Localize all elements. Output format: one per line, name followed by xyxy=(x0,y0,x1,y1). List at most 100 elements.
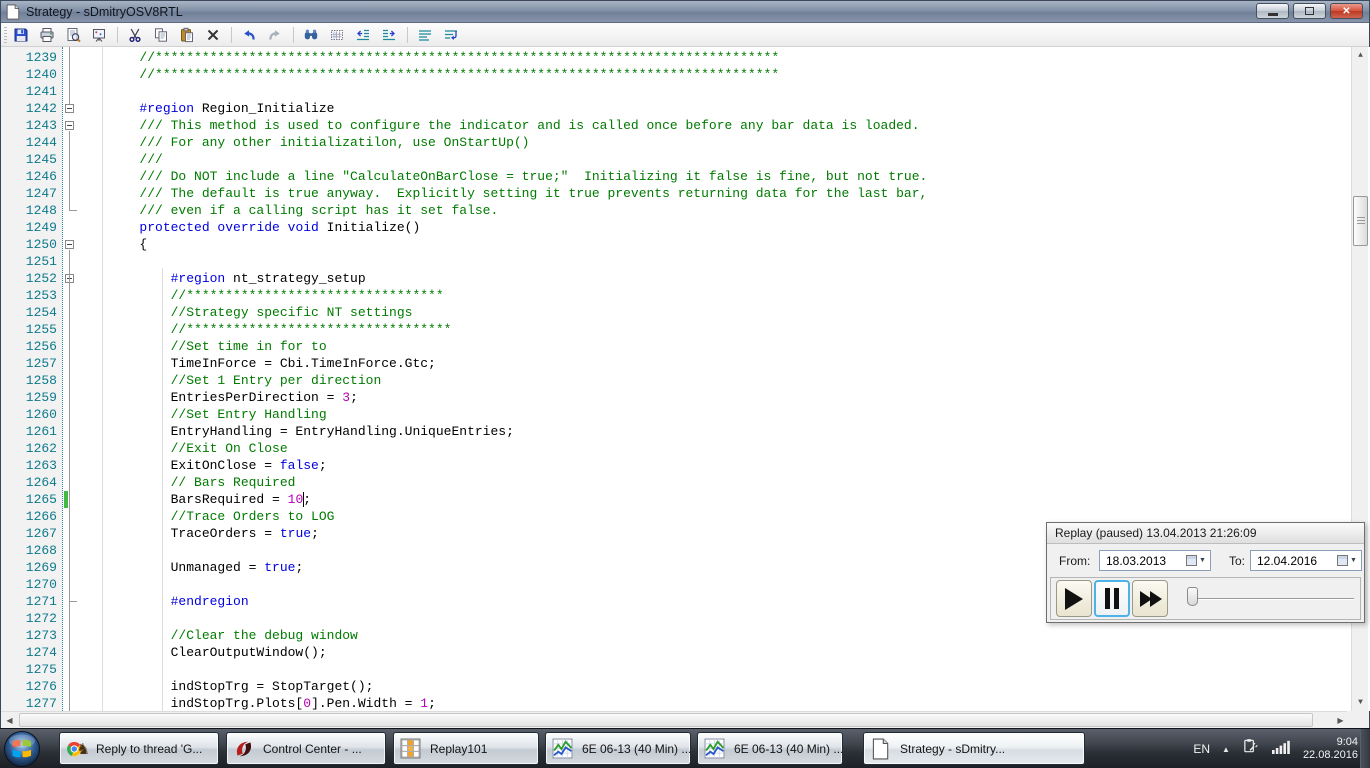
scroll-down-arrow[interactable]: ▼ xyxy=(1352,694,1369,711)
line-number: 1265 xyxy=(25,492,57,507)
copy-icon[interactable] xyxy=(151,25,171,45)
code-text: EntriesPerDirection = 3; xyxy=(77,390,358,405)
vertical-scroll-thumb[interactable] xyxy=(1353,196,1368,246)
horizontal-scrollbar[interactable]: ◀ ▶ xyxy=(1,711,1349,728)
code-line-1249[interactable]: 1249 protected override void Initialize(… xyxy=(1,219,1370,236)
speed-slider-thumb[interactable] xyxy=(1187,587,1198,606)
line-number: 1243 xyxy=(25,118,57,133)
redo-icon[interactable] xyxy=(265,25,285,45)
find-icon[interactable] xyxy=(301,25,321,45)
toolbar-grip[interactable] xyxy=(4,27,7,43)
minimize-button[interactable] xyxy=(1256,3,1289,19)
code-line-1242[interactable]: 1242 #region Region_Initialize xyxy=(1,100,1370,117)
code-line-1273[interactable]: 1273 //Clear the debug window xyxy=(1,627,1370,644)
code-line-1276[interactable]: 1276 indStopTrg = StopTarget(); xyxy=(1,678,1370,695)
code-line-1257[interactable]: 1257 TimeInForce = Cbi.TimeInForce.Gtc; xyxy=(1,355,1370,372)
code-line-1241[interactable]: 1241 xyxy=(1,83,1370,100)
code-line-1250[interactable]: 1250 { xyxy=(1,236,1370,253)
code-line-1256[interactable]: 1256 //Set time in for to xyxy=(1,338,1370,355)
taskbar-item-label: Strategy - sDmitry... xyxy=(900,741,1006,756)
fold-collapse-box[interactable] xyxy=(65,121,74,130)
code-line-1259[interactable]: 1259 EntriesPerDirection = 3; xyxy=(1,389,1370,406)
code-line-1245[interactable]: 1245 /// xyxy=(1,151,1370,168)
code-line-1264[interactable]: 1264 // Bars Required xyxy=(1,474,1370,491)
code-line-1239[interactable]: 1239 //*********************************… xyxy=(1,49,1370,66)
taskbar-item-strategy-sdmitry[interactable]: Strategy - sDmitry... xyxy=(863,732,1085,765)
from-label: From: xyxy=(1059,554,1091,568)
taskbar-item-6e-06-13-40-min[interactable]: 6E 06-13 (40 Min) ... xyxy=(545,732,691,765)
code-line-1258[interactable]: 1258 //Set 1 Entry per direction xyxy=(1,372,1370,389)
code-line-1260[interactable]: 1260 //Set Entry Handling xyxy=(1,406,1370,423)
delete-icon[interactable] xyxy=(203,25,223,45)
toolbar xyxy=(1,23,1369,47)
word-wrap-icon[interactable] xyxy=(441,25,461,45)
clock-time: 9:04 xyxy=(1336,736,1358,748)
code-line-1251[interactable]: 1251 xyxy=(1,253,1370,270)
code-line-1247[interactable]: 1247 /// The default is true anyway. Exp… xyxy=(1,185,1370,202)
to-date-field[interactable]: 12.04.2016 ▼ xyxy=(1250,550,1362,571)
speed-slider-track[interactable] xyxy=(1191,598,1354,600)
code-line-1248[interactable]: 1248 /// even if a calling script has it… xyxy=(1,202,1370,219)
start-button[interactable] xyxy=(3,730,41,768)
restore-button[interactable] xyxy=(1293,3,1326,19)
code-line-1255[interactable]: 1255 //*********************************… xyxy=(1,321,1370,338)
code-line-1240[interactable]: 1240 //*********************************… xyxy=(1,66,1370,83)
code-line-1262[interactable]: 1262 //Exit On Close xyxy=(1,440,1370,457)
code-line-1243[interactable]: 1243 /// This method is used to configur… xyxy=(1,117,1370,134)
outdent-icon[interactable] xyxy=(353,25,373,45)
clipboard-plug-icon[interactable] xyxy=(1242,738,1259,760)
hidden-icons-arrow[interactable]: ▲ xyxy=(1222,745,1230,754)
scroll-left-arrow[interactable]: ◀ xyxy=(1,712,18,729)
code-text: //Strategy specific NT settings xyxy=(77,305,413,320)
taskbar-item-reply-to-thread-g[interactable]: ♞ Reply to thread 'G... xyxy=(59,732,219,765)
line-number: 1269 xyxy=(25,560,57,575)
code-line-1265[interactable]: 1265 BarsRequired = 10; xyxy=(1,491,1370,508)
replay-panel-title[interactable]: Replay (paused) 13.04.2013 21:26:09 xyxy=(1047,523,1364,544)
show-desktop-button[interactable] xyxy=(1360,729,1370,768)
cut-icon[interactable] xyxy=(125,25,145,45)
code-text: ExitOnClose = false; xyxy=(77,458,327,473)
to-calendar-dropdown[interactable]: ▼ xyxy=(1335,553,1359,568)
fold-collapse-box[interactable] xyxy=(65,104,74,113)
titlebar[interactable]: Strategy - sDmitryOSV8RTL ✕ xyxy=(1,1,1369,23)
horizontal-scroll-thumb[interactable] xyxy=(19,713,1313,727)
close-button[interactable]: ✕ xyxy=(1330,3,1363,19)
line-number: 1274 xyxy=(25,645,57,660)
code-line-1244[interactable]: 1244 /// For any other initializatilon, … xyxy=(1,134,1370,151)
taskbar-item-control-center[interactable]: Control Center - ... xyxy=(226,732,386,765)
scroll-up-arrow[interactable]: ▲ xyxy=(1352,47,1369,64)
save-icon[interactable] xyxy=(11,25,31,45)
print-preview-icon[interactable] xyxy=(63,25,83,45)
align-lines-icon[interactable] xyxy=(415,25,435,45)
line-number: 1249 xyxy=(25,220,57,235)
undo-icon[interactable] xyxy=(239,25,259,45)
taskbar-item-6e-06-13-40-min[interactable]: 6E 06-13 (40 Min) ... xyxy=(697,732,843,765)
toolbar-separator xyxy=(407,27,408,43)
code-line-1254[interactable]: 1254 //Strategy specific NT settings xyxy=(1,304,1370,321)
code-line-1246[interactable]: 1246 /// Do NOT include a line "Calculat… xyxy=(1,168,1370,185)
code-line-1252[interactable]: 1252 #region nt_strategy_setup xyxy=(1,270,1370,287)
fold-collapse-box[interactable] xyxy=(65,240,74,249)
pause-button[interactable] xyxy=(1094,580,1130,617)
from-calendar-dropdown[interactable]: ▼ xyxy=(1184,553,1208,568)
clock[interactable]: 9:04 22.08.2016 xyxy=(1303,736,1358,762)
code-line-1274[interactable]: 1274 ClearOutputWindow(); xyxy=(1,644,1370,661)
language-indicator[interactable]: EN xyxy=(1193,742,1210,756)
print-icon[interactable] xyxy=(37,25,57,45)
code-line-1275[interactable]: 1275 xyxy=(1,661,1370,678)
signal-bars-icon[interactable] xyxy=(1271,739,1291,760)
taskbar-item-replay101[interactable]: Replay101 xyxy=(393,732,539,765)
line-number: 1253 xyxy=(25,288,57,303)
code-text: TimeInForce = Cbi.TimeInForce.Gtc; xyxy=(77,356,436,371)
code-line-1263[interactable]: 1263 ExitOnClose = false; xyxy=(1,457,1370,474)
from-date-field[interactable]: 18.03.2013 ▼ xyxy=(1099,550,1211,571)
code-line-1261[interactable]: 1261 EntryHandling = EntryHandling.Uniqu… xyxy=(1,423,1370,440)
code-line-1253[interactable]: 1253 //********************************* xyxy=(1,287,1370,304)
paste-icon[interactable] xyxy=(177,25,197,45)
play-button[interactable] xyxy=(1056,580,1092,617)
indent-icon[interactable] xyxy=(379,25,399,45)
code-line-1277[interactable]: 1277 indStopTrg.Plots[0].Pen.Width = 1; xyxy=(1,695,1370,711)
grid-panel-icon[interactable] xyxy=(327,25,347,45)
fast-forward-button[interactable] xyxy=(1132,580,1168,617)
design-board-icon[interactable] xyxy=(89,25,109,45)
